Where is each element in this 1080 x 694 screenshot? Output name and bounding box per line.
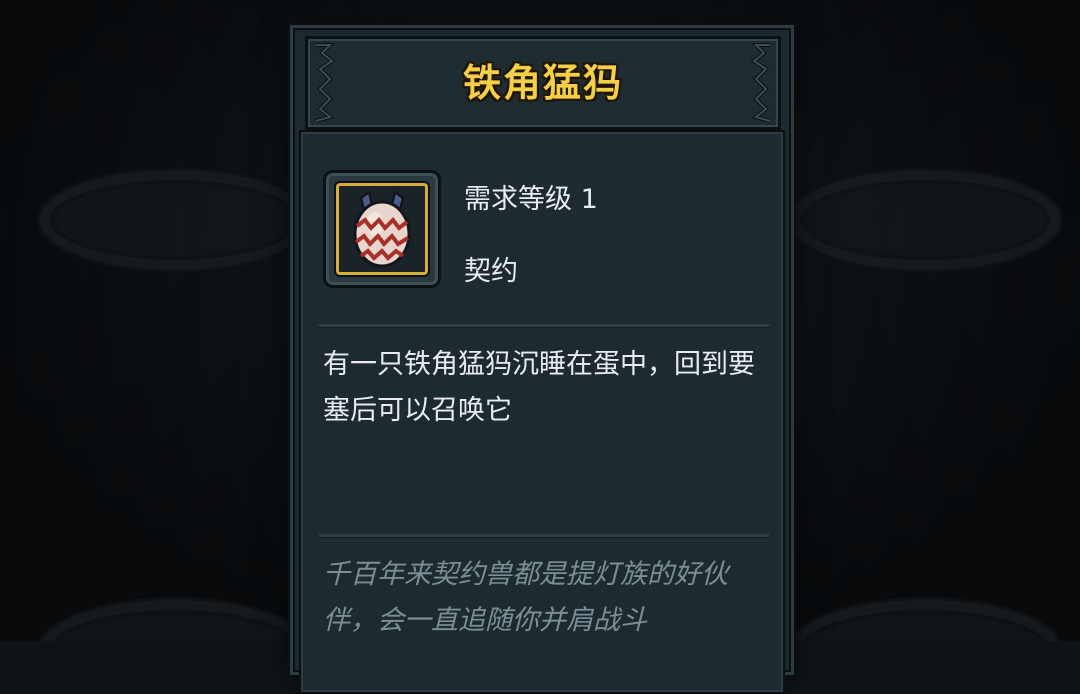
item-icon-slot (336, 183, 428, 275)
item-info-content: 需求等级 1 契约 有一只铁角猛犸沉睡在蛋中，回到要塞后可以召唤它 千百年来契约… (299, 130, 785, 694)
section-divider (319, 534, 769, 538)
item-lore-text: 千百年来契约兽都是提灯族的好伙伴，会一直追随你并肩战斗 (323, 559, 728, 636)
item-title-bar: 铁角猛犸 (305, 36, 781, 130)
section-divider (319, 324, 769, 328)
item-title: 铁角猛犸 (462, 61, 623, 105)
monster-egg-icon (353, 190, 411, 268)
item-type-label: 契约 (464, 256, 518, 287)
item-icon-frame (323, 170, 441, 288)
item-detail-panel: 铁角猛犸 需求等级 1 契约 有一只铁角猛犸沉睡在蛋中，回到要塞后可以召唤它 千… (293, 28, 791, 694)
item-description: 有一只铁角猛犸沉睡在蛋中，回到要塞后可以召唤它 (323, 349, 755, 426)
required-level: 需求等级 1 (464, 184, 598, 215)
